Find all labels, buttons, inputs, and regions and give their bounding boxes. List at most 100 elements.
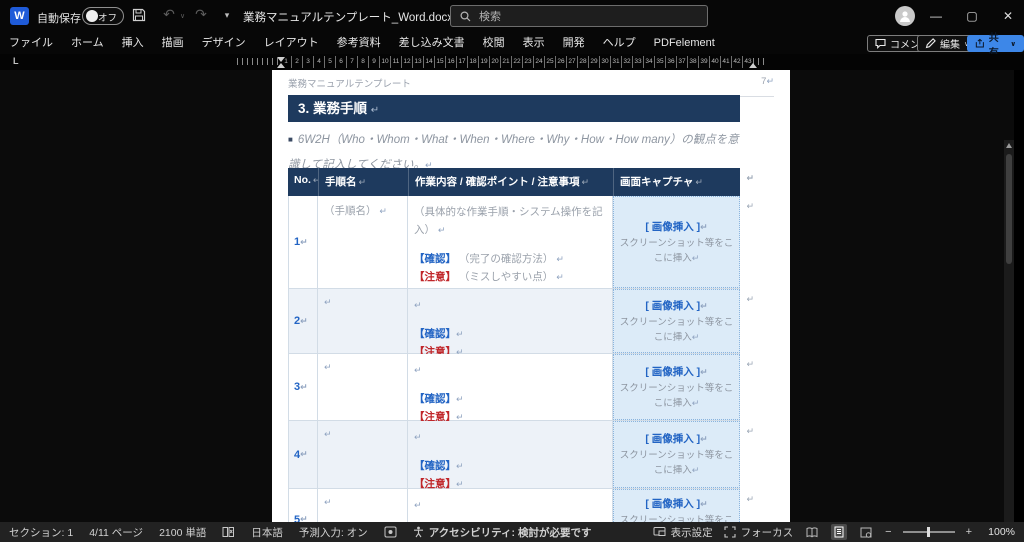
status-accessibility[interactable]: アクセシビリティ: 検討が必要です [413,525,592,540]
cell-step-number[interactable]: 1↵ [288,196,318,288]
horizontal-ruler[interactable]: L 12345678910111213141516171819202122232… [0,54,1024,70]
zoom-slider-thumb[interactable] [927,527,930,537]
menu-tab-ファイル[interactable]: ファイル [0,32,62,54]
read-mode-button[interactable] [804,524,820,540]
redo-icon[interactable]: ↷ [190,6,212,23]
image-insert-placeholder[interactable]: [ 画像挿入 ]↵ [645,496,707,511]
web-layout-button[interactable] [858,524,874,540]
cell-step-name[interactable]: ↵ [318,354,408,420]
status-section[interactable]: セクション: 1 [9,525,73,540]
menu-tab-表示[interactable]: 表示 [514,32,554,54]
menu-tab-レイアウト[interactable]: レイアウト [255,32,328,54]
status-language[interactable]: 日本語 [251,525,283,540]
cell-step-number[interactable]: 4↵ [288,421,318,488]
menu-tab-参考資料[interactable]: 参考資料 [328,32,390,54]
ruler-scale: 1234567891011121314151617181920212223242… [281,56,753,68]
cell-step-name[interactable]: ↵ [318,289,408,353]
menu-tab-描画[interactable]: 描画 [153,32,193,54]
status-page-count[interactable]: 4/11 ページ [89,525,143,540]
macro-record-icon[interactable] [384,526,397,538]
cell-screen-capture[interactable]: [ 画像挿入 ]↵スクリーンショット等をここに挿入↵ [613,421,740,488]
image-insert-placeholder[interactable]: [ 画像挿入 ]↵ [645,219,707,234]
cell-work-detail[interactable]: ↵【確認】↵【注意】↵ [408,421,613,488]
pilcrow-mark: ↵ [556,272,564,282]
maximize-button[interactable]: ▢ [956,0,988,32]
cell-step-name[interactable]: （手順名） ↵ [318,196,408,288]
cell-step-name[interactable]: ↵ [318,489,408,522]
image-insert-placeholder[interactable]: [ 画像挿入 ]↵ [645,431,707,446]
menu-tab-ホーム[interactable]: ホーム [62,32,113,54]
image-insert-placeholder[interactable]: [ 画像挿入 ]↵ [645,298,707,313]
right-indent-marker[interactable] [749,63,757,68]
ruler-number: 6 [336,56,347,68]
cell-step-number[interactable]: 5↵ [288,489,318,522]
table-row[interactable]: 5↵↵↵【確認】↵【注意】↵[ 画像挿入 ]↵スクリーンショット等をここに挿入↵… [288,489,740,522]
menu-tab-差し込み文書[interactable]: 差し込み文書 [390,32,474,54]
zoom-slider[interactable] [903,531,955,533]
cell-screen-capture[interactable]: [ 画像挿入 ]↵スクリーンショット等をここに挿入↵ [613,289,740,353]
table-row[interactable]: 1↵（手順名） ↵（具体的な作業手順・システム操作を記入） ↵【確認】 （完了の… [288,196,740,289]
undo-dropdown-icon[interactable]: ∨ [180,12,185,20]
table-row[interactable]: 3↵↵↵【確認】↵【注意】↵[ 画像挿入 ]↵スクリーンショット等をここに挿入↵… [288,354,740,421]
status-prediction[interactable]: 予測入力: オン [299,525,368,540]
menu-tab-PDFelement[interactable]: PDFelement [645,32,724,54]
scrollbar-thumb[interactable] [1006,154,1012,264]
minimize-button[interactable]: — [920,0,952,32]
first-line-indent-marker[interactable] [277,57,285,62]
pilcrow-mark: ↵ [456,394,464,404]
undo-icon[interactable]: ↶ [158,6,180,23]
cell-work-detail[interactable]: ↵【確認】↵【注意】↵ [408,289,613,353]
cell-work-detail[interactable]: ↵【確認】↵【注意】↵ [408,354,613,420]
cell-screen-capture[interactable]: [ 画像挿入 ]↵スクリーンショット等をここに挿入↵ [613,489,740,522]
menu-tab-デザイン[interactable]: デザイン [193,32,255,54]
word-app-icon[interactable]: W [10,7,29,25]
pilcrow-mark: ↵ [414,500,422,510]
confirm-label: 【確認】 [414,460,456,472]
cell-step-number[interactable]: 3↵ [288,354,318,420]
menu-tab-ヘルプ[interactable]: ヘルプ [594,32,645,54]
cell-screen-capture[interactable]: [ 画像挿入 ]↵スクリーンショット等をここに挿入↵ [613,354,740,420]
view-settings-label: 表示設定 [671,525,713,540]
focus-label: フォーカス [741,525,794,540]
menu-tab-開発[interactable]: 開発 [554,32,594,54]
tab-stop-selector[interactable]: L [13,56,19,66]
zoom-level[interactable]: 100% [983,526,1015,538]
cell-work-detail[interactable]: ↵【確認】↵【注意】↵ [408,489,613,522]
close-button[interactable]: ✕ [992,0,1024,32]
table-row[interactable]: 4↵↵↵【確認】↵【注意】↵[ 画像挿入 ]↵スクリーンショット等をここに挿入↵… [288,421,740,489]
cell-screen-capture[interactable]: [ 画像挿入 ]↵スクリーンショット等をここに挿入↵ [613,196,740,288]
ruler-number: 42 [732,56,743,68]
hanging-indent-marker[interactable] [277,63,285,68]
zoom-out-button[interactable]: − [885,526,891,538]
proofing-icon[interactable] [222,526,235,538]
menu-tab-挿入[interactable]: 挿入 [113,32,153,54]
save-icon[interactable] [132,8,154,22]
guidance-note-text: 6W2H（Who・Whom・What・When・Where・Why・How・Ho… [288,134,739,171]
ruler-number: 32 [622,56,633,68]
ruler-number: 2 [292,56,303,68]
procedure-table[interactable]: No.↵手順名↵作業内容 / 確認ポイント / 注意事項↵画面キャプチャ↵↵1↵… [288,168,740,522]
ruler-margin-ticks [237,58,281,65]
section-heading[interactable]: 3. 業務手順 ↵ [288,95,740,122]
cell-step-number[interactable]: 2↵ [288,289,318,353]
search-input[interactable]: 検索 [450,5,708,27]
zoom-in-button[interactable]: + [966,526,972,538]
share-button[interactable]: 共有 ∨ [967,35,1024,52]
view-settings-button[interactable]: 表示設定 [653,525,713,540]
scroll-up-icon[interactable] [1006,143,1012,148]
menu-tab-校閲[interactable]: 校閲 [474,32,514,54]
pilcrow-mark: ↵ [300,237,308,248]
account-avatar[interactable] [895,6,915,26]
row-end-mark: ↵ [746,294,754,305]
image-insert-placeholder[interactable]: [ 画像挿入 ]↵ [645,364,707,379]
vertical-scrollbar[interactable] [1004,140,1014,522]
focus-button[interactable]: フォーカス [724,525,794,540]
print-layout-button[interactable] [831,524,847,540]
cell-step-name[interactable]: ↵ [318,421,408,488]
autosave-toggle[interactable]: オフ [82,7,124,25]
quick-access-more-icon[interactable]: ▾ [216,10,238,21]
document-page[interactable]: 業務マニュアルテンプレート 7↵ 3. 業務手順 ↵ ■6W2H（Who・Who… [272,70,790,522]
cell-work-detail[interactable]: （具体的な作業手順・システム操作を記入） ↵【確認】 （完了の確認方法） ↵【注… [408,196,613,288]
status-word-count[interactable]: 2100 単語 [159,525,206,540]
table-row[interactable]: 2↵↵↵【確認】↵【注意】↵[ 画像挿入 ]↵スクリーンショット等をここに挿入↵… [288,289,740,354]
